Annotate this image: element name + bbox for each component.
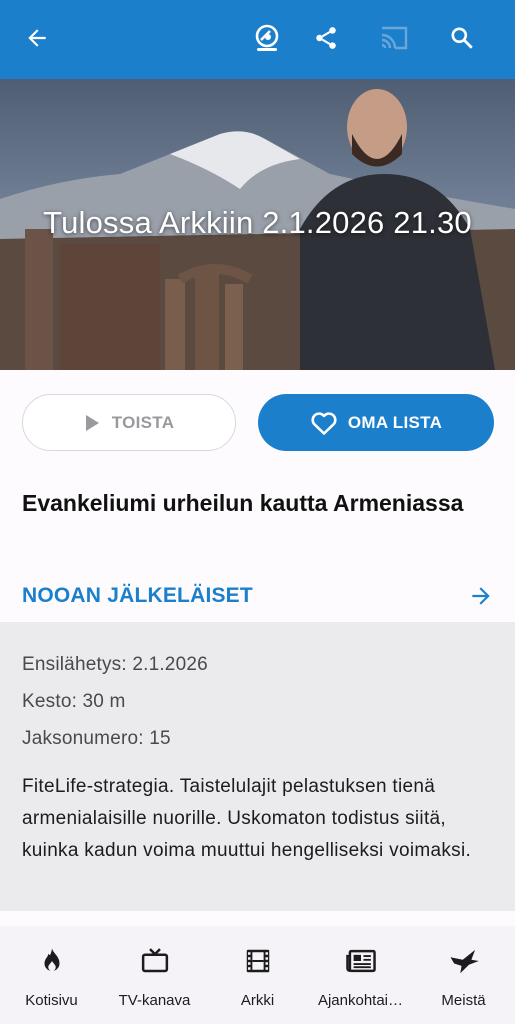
nav-item-label: Meistä: [441, 992, 486, 1009]
search-icon[interactable]: [444, 20, 480, 56]
share-icon[interactable]: [308, 20, 344, 56]
tv-icon: [141, 948, 168, 973]
film-icon: [246, 949, 269, 973]
app-top-bar: [0, 0, 515, 79]
nav-item-arkki[interactable]: Arkki: [206, 926, 309, 1024]
nav-item-about[interactable]: Meistä: [412, 926, 515, 1024]
nav-item-label: Kotisivu: [25, 992, 78, 1009]
play-icon: [85, 414, 99, 431]
episode-number: Jaksonumero: 15: [22, 728, 171, 749]
play-button[interactable]: TOISTA: [22, 394, 236, 451]
flame-icon: [44, 948, 59, 971]
play-button-label: TOISTA: [111, 412, 175, 432]
hero-upcoming-text: Tulossa Arkkiin 2.1.2026 21.30: [43, 205, 472, 240]
my-list-button-label: OMA LISTA: [347, 412, 443, 432]
heart-icon: [311, 411, 337, 435]
nav-item-news[interactable]: Ajankohtai…: [309, 926, 412, 1024]
my-list-button[interactable]: OMA LISTA: [258, 394, 494, 451]
premiere-date: Ensilähetys: 2.1.2026: [22, 654, 208, 675]
nav-item-home[interactable]: Kotisivu: [0, 926, 103, 1024]
series-link[interactable]: NOOAN JÄLKELÄISET: [22, 580, 494, 612]
newspaper-icon: [345, 949, 376, 973]
hero-image: Tulossa Arkkiin 2.1.2026 21.30: [0, 79, 515, 370]
live-badge-icon[interactable]: [249, 20, 285, 56]
arrow-right-icon: [472, 587, 490, 605]
nav-item-label: Ajankohtai…: [317, 992, 404, 1009]
bottom-navigation: Kotisivu TV-kanava Arkki Ajankohtai… Mei…: [0, 926, 515, 1024]
nav-item-label: TV-kanava: [118, 992, 191, 1009]
episode-details: Ensilähetys: 2.1.2026 Kesto: 30 m Jakson…: [0, 622, 515, 911]
episode-description: FiteLife-strategia. Taistelulajit pelast…: [22, 776, 472, 861]
nav-item-tv-channel[interactable]: TV-kanava: [103, 926, 206, 1024]
back-arrow-icon[interactable]: [19, 20, 55, 56]
episode-title: Evankeliumi urheilun kautta Armeniassa: [22, 490, 464, 516]
dove-icon: [449, 949, 479, 974]
duration: Kesto: 30 m: [22, 691, 126, 712]
nav-item-label: Arkki: [240, 992, 275, 1009]
series-link-label: NOOAN JÄLKELÄISET: [22, 584, 253, 607]
cast-icon[interactable]: [376, 20, 412, 56]
